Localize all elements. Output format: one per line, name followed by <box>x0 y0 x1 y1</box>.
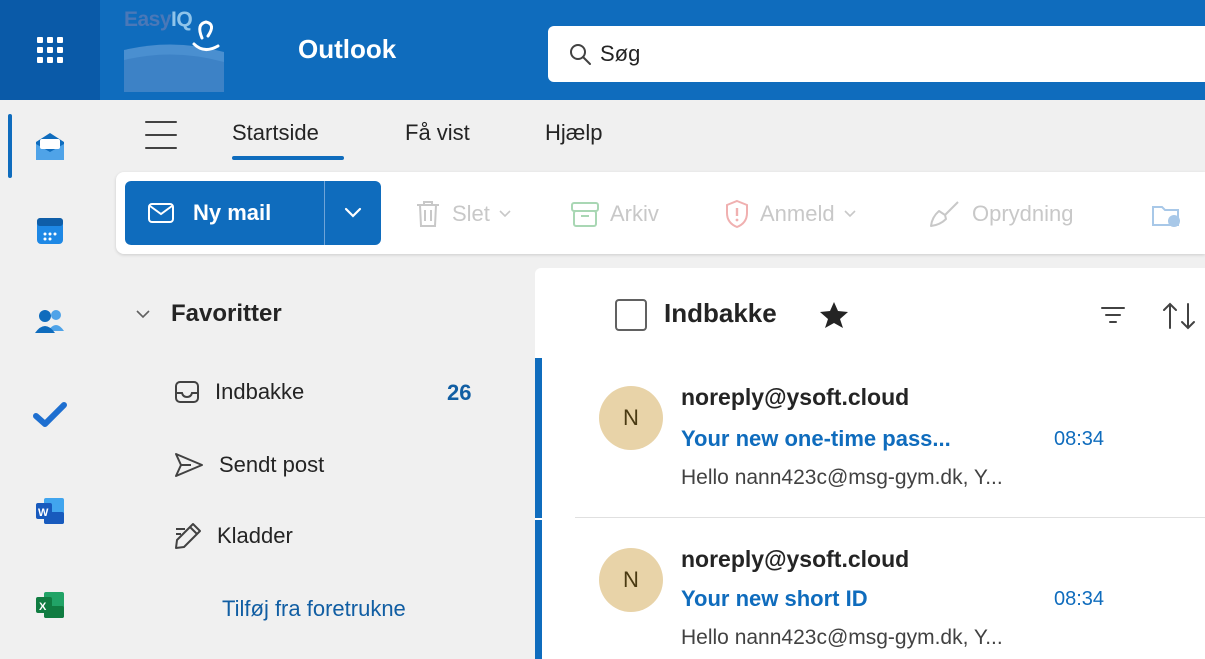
message-preview: Hello nann423c@msg-gym.dk, Y... <box>681 466 1003 489</box>
sweep-button[interactable]: Oprydning <box>928 196 1074 232</box>
move-to-button[interactable] <box>1150 196 1194 232</box>
rail-item-mail[interactable] <box>0 112 100 182</box>
search-input[interactable] <box>600 41 1100 67</box>
folder-drafts[interactable]: Kladder <box>173 516 293 556</box>
unread-count-badge: 26 <box>447 380 472 405</box>
folder-label: Kladder <box>217 523 293 548</box>
mail-app-icon <box>36 133 64 160</box>
folder-move-icon <box>1152 206 1180 227</box>
unread-indicator <box>535 358 542 518</box>
sort-icon[interactable] <box>1160 300 1200 332</box>
sweep-broom-icon <box>930 201 959 227</box>
favorites-label: Favoritter <box>171 300 282 327</box>
trash-icon <box>417 201 439 227</box>
delete-button[interactable]: Slet <box>414 196 522 232</box>
new-mail-split-button[interactable]: Ny mail <box>125 181 381 245</box>
waffle-icon <box>37 37 63 63</box>
rail-item-word[interactable]: W <box>0 476 100 546</box>
report-label: Anmeld <box>760 201 835 226</box>
archive-label: Arkiv <box>610 201 659 226</box>
send-icon <box>175 453 203 477</box>
app-launcher-button[interactable] <box>0 0 100 100</box>
navigation-toggle-button[interactable] <box>145 121 177 149</box>
folder-sent[interactable]: Sendt post <box>173 445 324 485</box>
rail-item-calendar[interactable] <box>0 196 100 266</box>
archive-icon <box>571 202 599 227</box>
delete-label: Slet <box>452 201 490 226</box>
add-favorite-link[interactable]: Tilføj fra foretrukne <box>222 596 406 622</box>
report-button[interactable]: Anmeld <box>724 196 867 232</box>
search-icon <box>570 44 591 65</box>
svg-text:X: X <box>39 601 47 613</box>
svg-text:W: W <box>38 507 49 519</box>
avatar: N <box>599 386 663 450</box>
active-tab-indicator <box>232 156 344 160</box>
chevron-down-icon <box>844 210 856 218</box>
message-subject: Your new short ID <box>681 586 868 611</box>
message-item[interactable]: N noreply@ysoft.cloud Your new short ID … <box>535 520 1205 659</box>
tab-faa-vist[interactable]: Få vist <box>405 120 470 146</box>
favorite-star-icon[interactable] <box>818 300 850 330</box>
archive-button[interactable]: Arkiv <box>570 196 659 232</box>
avatar: N <box>599 548 663 612</box>
drafts-pencil-icon <box>175 523 201 549</box>
message-subject: Your new one-time pass... <box>681 426 951 451</box>
message-time: 08:34 <box>1054 588 1105 610</box>
app-rail: W X <box>0 100 100 659</box>
tab-hjaelp[interactable]: Hjælp <box>545 120 602 146</box>
excel-icon: X <box>36 592 64 618</box>
calendar-icon <box>37 218 63 244</box>
report-shield-icon <box>726 199 748 229</box>
divider <box>575 517 1205 518</box>
organization-logo[interactable]: EasyIQ <box>124 8 224 92</box>
envelope-icon <box>148 203 174 223</box>
filter-icon[interactable] <box>1100 304 1126 326</box>
todo-check-icon <box>33 402 67 427</box>
chevron-down-icon <box>136 310 150 319</box>
rail-item-excel[interactable]: X <box>0 570 100 640</box>
chevron-down-icon <box>344 207 362 218</box>
folder-inbox[interactable]: Indbakke <box>173 372 304 412</box>
word-icon: W <box>36 498 64 524</box>
folder-label: Indbakke <box>215 379 305 404</box>
new-mail-button[interactable]: Ny mail <box>125 181 324 245</box>
people-icon <box>35 310 64 333</box>
select-all-checkbox[interactable] <box>615 299 647 331</box>
new-mail-label: Ny mail <box>193 200 272 225</box>
message-item[interactable]: N noreply@ysoft.cloud Your new one-time … <box>535 358 1205 518</box>
rail-item-people[interactable] <box>0 286 100 356</box>
chevron-down-icon <box>499 210 511 218</box>
sweep-label: Oprydning <box>972 201 1074 226</box>
list-title: Indbakke <box>664 298 777 328</box>
new-mail-dropdown-button[interactable] <box>325 181 381 245</box>
app-title[interactable]: Outlook <box>298 34 396 65</box>
message-preview: Hello nann423c@msg-gym.dk, Y... <box>681 626 1003 649</box>
search-box[interactable] <box>548 26 1205 82</box>
unread-indicator <box>535 520 542 659</box>
favorites-header[interactable]: Favoritter <box>135 300 282 328</box>
message-sender: noreply@ysoft.cloud <box>681 384 910 410</box>
inbox-icon <box>175 381 199 403</box>
message-sender: noreply@ysoft.cloud <box>681 546 910 572</box>
folder-label: Sendt post <box>219 452 325 477</box>
tab-startside[interactable]: Startside <box>232 120 319 146</box>
logo-text: EasyIQ <box>124 8 193 31</box>
rail-item-todo[interactable] <box>0 380 100 450</box>
message-time: 08:34 <box>1054 428 1105 450</box>
